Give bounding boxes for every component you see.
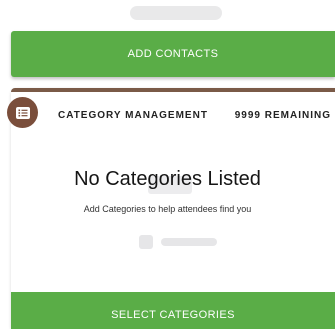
contacts-section: ADD CONTACTS (0, 0, 335, 80)
add-contacts-button[interactable]: ADD CONTACTS (11, 31, 335, 77)
placeholder-shape (130, 6, 222, 20)
placeholder-shape (161, 238, 217, 246)
placeholder-shape (139, 235, 153, 249)
category-badge (7, 97, 38, 128)
card-header: CATEGORY MANAGEMENT 9999 REMAINING (7, 92, 335, 136)
empty-state-subtitle: Add Categories to help attendees find yo… (83, 204, 252, 214)
remaining-count: 9999 REMAINING (234, 110, 331, 121)
empty-state-title: No Categories Listed (74, 168, 261, 190)
category-management-card: CATEGORY MANAGEMENT 9999 REMAINING No Ca… (7, 88, 335, 329)
select-categories-button[interactable]: SELECT CATEGORIES (11, 292, 335, 329)
placeholder-row (139, 235, 219, 249)
list-icon (15, 106, 30, 119)
section-title: CATEGORY MANAGEMENT (58, 110, 208, 121)
